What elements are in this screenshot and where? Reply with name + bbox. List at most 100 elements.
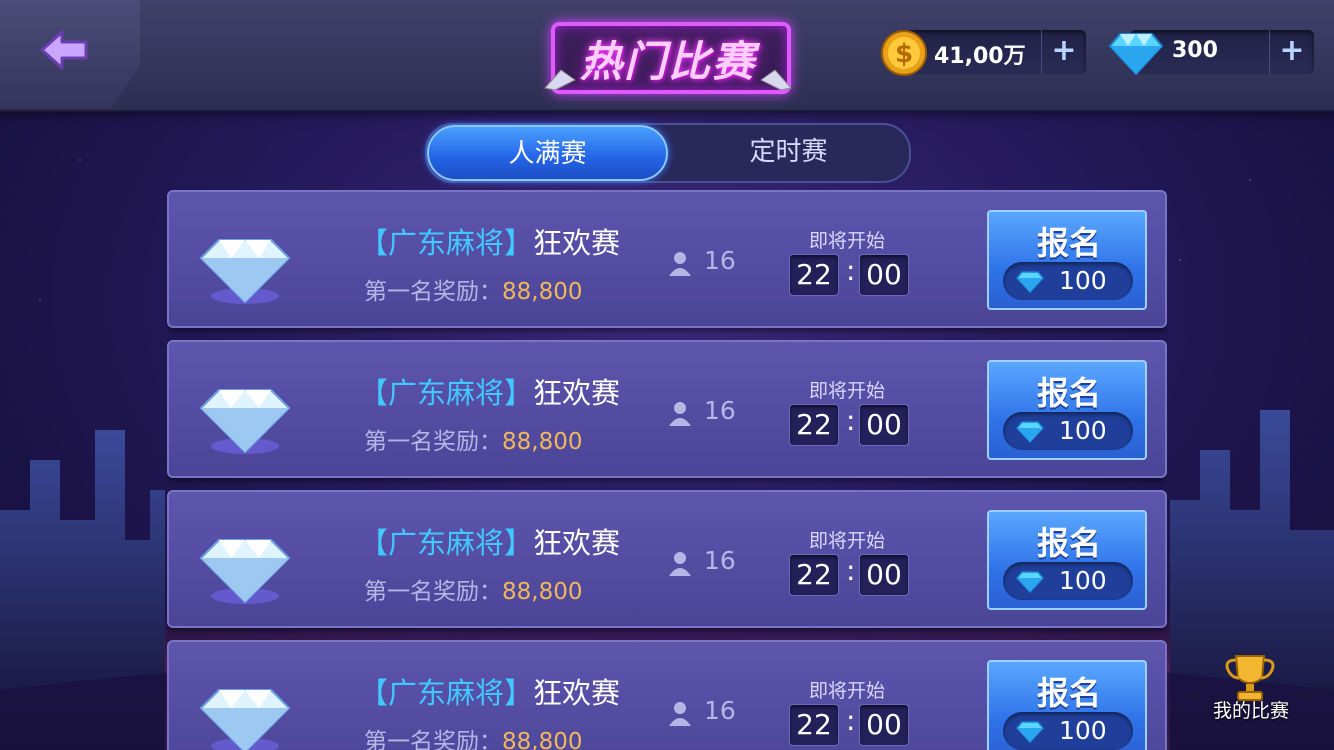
- back-button[interactable]: [38, 26, 92, 74]
- diamond-icon: [1016, 721, 1044, 744]
- start-label: 即将开始: [809, 230, 886, 252]
- start-label: 即将开始: [809, 530, 886, 552]
- prize-amount: 88,800: [502, 729, 583, 750]
- game-name: 广东麻将: [388, 226, 505, 260]
- start-hour: 22: [789, 254, 839, 296]
- add-coins-button[interactable]: +: [1041, 30, 1086, 74]
- match-row: 【广东麻将】狂欢赛 第一名奖励：88,800 16 即将开始 22 : 00 报…: [167, 490, 1167, 628]
- time-colon: :: [846, 254, 856, 287]
- entry-cost-value: 100: [1059, 266, 1107, 295]
- start-hour: 22: [789, 554, 839, 596]
- person-icon: [669, 402, 691, 426]
- tab-full-house[interactable]: 人满赛: [427, 125, 668, 181]
- match-type-tabs: 人满赛 定时赛: [425, 123, 911, 183]
- person-icon: [669, 252, 691, 276]
- match-row: 【广东麻将】狂欢赛 第一名奖励：88,800 16 即将开始 22 : 00 报…: [167, 640, 1167, 750]
- diamond-prize-icon: [199, 239, 291, 304]
- signup-button[interactable]: 报名 100: [987, 510, 1147, 610]
- player-count: 16: [704, 246, 736, 275]
- bracket-right: 】: [504, 226, 534, 260]
- entry-cost: 100: [1003, 262, 1133, 300]
- prize-label: 第一名奖励：: [364, 429, 502, 455]
- start-hour: 22: [789, 404, 839, 446]
- my-matches-label: 我的比赛: [1212, 700, 1289, 722]
- top-bar: 热门比赛 41,00万 + $ 300 +: [0, 0, 1334, 110]
- entry-cost: 100: [1003, 412, 1133, 450]
- prize-amount: 88,800: [502, 579, 583, 605]
- signup-label: 报名: [1036, 674, 1101, 712]
- start-hour: 22: [789, 704, 839, 746]
- entry-cost: 100: [1003, 712, 1133, 750]
- game-name: 广东麻将: [388, 526, 505, 560]
- bracket-left: 【: [359, 226, 389, 260]
- signup-button[interactable]: 报名 100: [987, 360, 1147, 460]
- prize-info: 第一名奖励：88,800: [364, 272, 582, 306]
- my-matches-button[interactable]: 我的比赛: [1206, 652, 1296, 732]
- spotlight-left-icon: [544, 69, 576, 91]
- diamond-icon: [1016, 271, 1044, 294]
- player-count: 16: [704, 546, 736, 575]
- prize-info: 第一名奖励：88,800: [364, 422, 582, 456]
- prize-label: 第一名奖励：: [364, 579, 502, 605]
- prize-amount: 88,800: [502, 429, 583, 455]
- player-count: 16: [704, 396, 736, 425]
- diamond-icon: [1016, 421, 1044, 444]
- player-count: 16: [704, 696, 736, 725]
- event-name: 狂欢赛: [533, 526, 621, 560]
- bracket-left: 【: [359, 526, 389, 560]
- match-row: 【广东麻将】狂欢赛 第一名奖励：88,800 16 即将开始 22 : 00 报…: [167, 190, 1167, 328]
- time-colon: :: [846, 554, 856, 587]
- event-name: 狂欢赛: [533, 676, 621, 710]
- page-title-sign: 热门比赛: [543, 16, 793, 96]
- match-row: 【广东麻将】狂欢赛 第一名奖励：88,800 16 即将开始 22 : 00 报…: [167, 340, 1167, 478]
- entry-cost: 100: [1003, 562, 1133, 600]
- entry-cost-value: 100: [1059, 416, 1107, 445]
- signup-label: 报名: [1036, 224, 1101, 262]
- diamond-prize-icon: [199, 389, 291, 454]
- entry-cost-value: 100: [1059, 566, 1107, 595]
- bracket-left: 【: [359, 676, 389, 710]
- diamond-icon: [1108, 33, 1164, 76]
- start-minute: 00: [859, 554, 909, 596]
- start-minute: 00: [859, 704, 909, 746]
- diamond-icon: [1016, 571, 1044, 594]
- signup-label: 报名: [1036, 524, 1101, 562]
- prize-info: 第一名奖励：88,800: [364, 572, 582, 606]
- start-minute: 00: [859, 254, 909, 296]
- game-name: 广东麻将: [388, 376, 505, 410]
- prize-label: 第一名奖励：: [364, 279, 502, 305]
- diamond-prize-icon: [199, 689, 291, 750]
- signup-button[interactable]: 报名 100: [987, 210, 1147, 310]
- game-name: 广东麻将: [388, 676, 505, 710]
- start-minute: 00: [859, 404, 909, 446]
- tab-scheduled[interactable]: 定时赛: [668, 125, 909, 181]
- back-arrow-icon: [40, 30, 88, 70]
- event-name: 狂欢赛: [533, 226, 621, 260]
- coin-amount: 41,00万: [934, 44, 1026, 69]
- time-colon: :: [846, 404, 856, 437]
- prize-amount: 88,800: [502, 279, 583, 305]
- gold-coin-icon: $: [881, 30, 927, 76]
- add-gems-button[interactable]: +: [1269, 30, 1314, 74]
- start-label: 即将开始: [809, 680, 886, 702]
- diamond-prize-icon: [199, 539, 291, 604]
- spotlight-right-icon: [760, 69, 792, 91]
- start-label: 即将开始: [809, 380, 886, 402]
- bracket-left: 【: [359, 376, 389, 410]
- match-list[interactable]: 【广东麻将】狂欢赛 第一名奖励：88,800 16 即将开始 22 : 00 报…: [167, 190, 1167, 750]
- signup-label: 报名: [1036, 374, 1101, 412]
- prize-label: 第一名奖励：: [364, 729, 502, 750]
- gem-amount: 300: [1172, 38, 1218, 63]
- svg-text:$: $: [895, 39, 913, 69]
- bracket-right: 】: [504, 676, 534, 710]
- person-icon: [669, 702, 691, 726]
- match-name: 【广东麻将】狂欢赛: [359, 520, 620, 562]
- entry-cost-value: 100: [1059, 716, 1107, 745]
- match-name: 【广东麻将】狂欢赛: [359, 220, 620, 262]
- bracket-right: 】: [504, 376, 534, 410]
- prize-info: 第一名奖励：88,800: [364, 722, 582, 750]
- person-icon: [669, 552, 691, 576]
- event-name: 狂欢赛: [533, 376, 621, 410]
- time-colon: :: [846, 704, 856, 737]
- signup-button[interactable]: 报名 100: [987, 660, 1147, 750]
